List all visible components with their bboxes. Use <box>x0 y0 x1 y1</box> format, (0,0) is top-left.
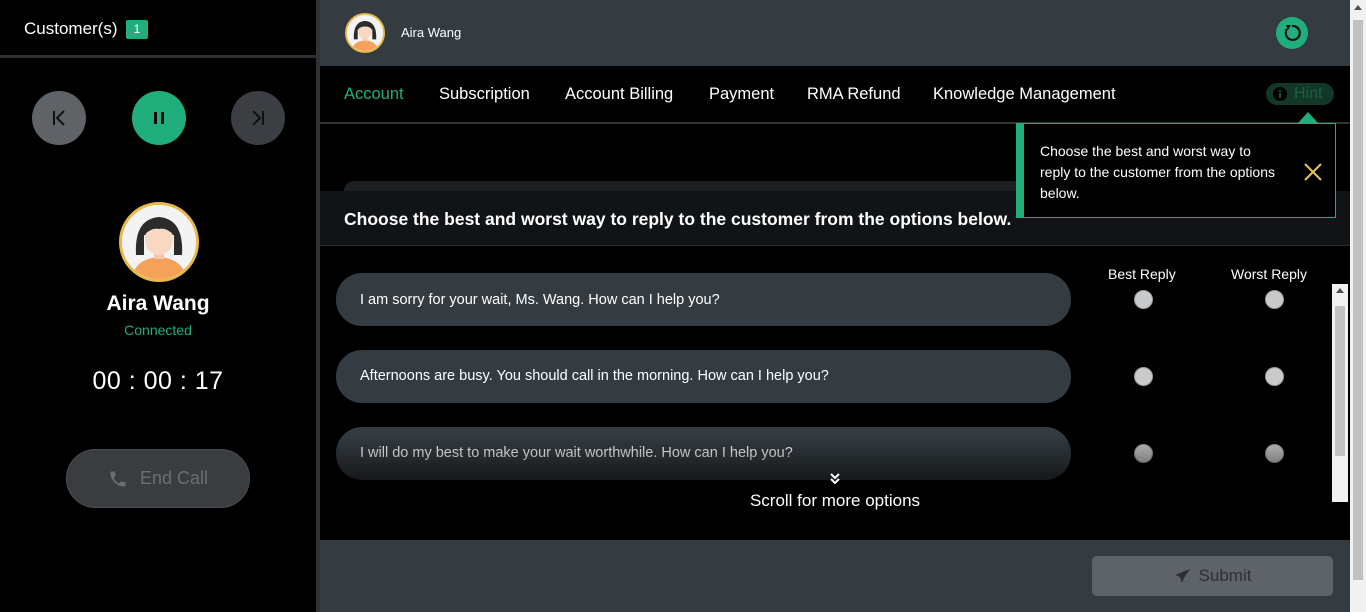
worst-reply-header: Worst Reply <box>1231 266 1307 282</box>
tab-knowledge-management[interactable]: Knowledge Management <box>933 85 1116 104</box>
tab-subscription[interactable]: Subscription <box>439 85 530 104</box>
topbar-avatar <box>345 13 385 53</box>
tab-rma-refund[interactable]: RMA Refund <box>807 85 901 104</box>
hint-button[interactable]: Hint <box>1266 83 1334 105</box>
worst-reply-radio-2[interactable] <box>1265 367 1284 386</box>
customer-count-badge: 1 <box>126 20 148 39</box>
previous-customer-button[interactable] <box>32 91 86 145</box>
scroll-up-arrow-icon[interactable] <box>1336 288 1344 293</box>
customer-panel: Customer(s) 1 Aira Wang Connected 00: 0… <box>0 0 316 612</box>
tab-payment[interactable]: Payment <box>709 85 774 104</box>
reply-option: Afternoons are busy. You should call in … <box>336 350 1071 403</box>
info-icon <box>1273 87 1287 101</box>
customer-name: Aira Wang <box>106 292 210 315</box>
pause-call-button[interactable] <box>132 91 186 145</box>
page-scrollbar[interactable] <box>1350 0 1366 612</box>
double-chevron-down-icon <box>830 473 840 485</box>
reply-option-text: Afternoons are busy. You should call in … <box>360 368 829 384</box>
hint-popover: Choose the best and worst way to reply t… <box>1016 123 1336 218</box>
options-scrollbar[interactable] <box>1332 284 1348 502</box>
reply-option: I am sorry for your wait, Ms. Wang. How … <box>336 273 1071 326</box>
hint-popover-arrow <box>1298 112 1318 123</box>
reset-button[interactable] <box>1276 17 1308 49</box>
tab-account[interactable]: Account <box>344 85 404 104</box>
worst-reply-radio-1[interactable] <box>1265 290 1284 309</box>
question-text: Choose the best and worst way to reply t… <box>344 209 1012 229</box>
call-timer: 00 : 00 : 17 <box>92 367 224 395</box>
best-reply-radio-2[interactable] <box>1134 367 1153 386</box>
end-call-button[interactable]: End Call <box>66 449 250 508</box>
app-root: Customer(s) 1 Aira Wang Connected 00: 0… <box>0 0 1366 612</box>
skip-previous-icon <box>53 110 65 126</box>
submit-label: Submit <box>1198 566 1252 585</box>
scroll-hint-label: Scroll for more options <box>749 491 921 510</box>
hint-popover-text: Choose the best and worst way to reply t… <box>1040 143 1275 201</box>
customer-avatar <box>119 202 199 282</box>
pause-icon <box>154 112 164 124</box>
reply-option-text: I will do my best to make your wait wort… <box>360 445 793 461</box>
worst-reply-radio-3[interactable] <box>1265 444 1284 463</box>
top-bar: Aira Wang <box>320 0 1350 66</box>
reply-option: I will do my best to make your wait wort… <box>336 427 1071 480</box>
category-tabs: Account Subscription Account Billing Pay… <box>320 66 1350 124</box>
options-scrollbar-thumb[interactable] <box>1335 306 1345 456</box>
scroll-up-arrow-icon[interactable] <box>1354 5 1362 10</box>
skip-next-icon <box>252 110 264 126</box>
woman-avatar-icon <box>347 15 383 51</box>
next-customer-button[interactable] <box>231 91 285 145</box>
best-reply-radio-1[interactable] <box>1134 290 1153 309</box>
best-reply-header: Best Reply <box>1108 266 1176 282</box>
tab-account-billing[interactable]: Account Billing <box>565 85 673 104</box>
phone-icon <box>110 471 126 486</box>
call-status: Connected <box>124 322 192 338</box>
page-scrollbar-thumb[interactable] <box>1353 20 1363 580</box>
restart-icon <box>1284 24 1301 42</box>
customer-panel-header: Customer(s) 1 <box>0 0 316 58</box>
customers-title: Customer(s) <box>24 19 118 38</box>
end-call-label: End Call <box>139 468 209 488</box>
woman-avatar-icon <box>122 205 196 279</box>
footer-bar: Submit <box>320 540 1350 612</box>
submit-button[interactable]: Submit <box>1092 556 1333 596</box>
close-icon[interactable] <box>1302 161 1324 183</box>
best-reply-radio-3[interactable] <box>1134 444 1153 463</box>
topbar-customer-name: Aira Wang <box>401 25 462 40</box>
hint-label: Hint <box>1294 85 1323 102</box>
paper-plane-icon <box>1174 568 1190 583</box>
reply-option-text: I am sorry for your wait, Ms. Wang. How … <box>360 292 720 308</box>
